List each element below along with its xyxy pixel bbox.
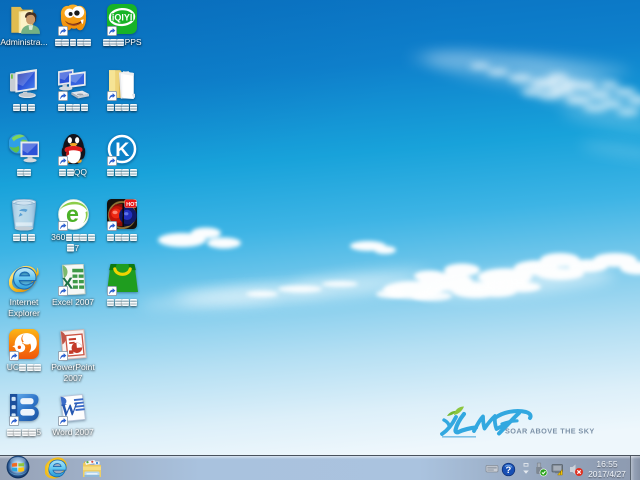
- svg-text:K: K: [115, 139, 129, 161]
- svg-text:SOAR ABOVE THE SKY: SOAR ABOVE THE SKY: [505, 427, 595, 436]
- svg-text:!: !: [560, 471, 561, 476]
- svg-text:HOT: HOT: [126, 202, 137, 208]
- svg-text:?: ?: [506, 465, 512, 476]
- svg-text:iQIYI: iQIYI: [112, 13, 132, 23]
